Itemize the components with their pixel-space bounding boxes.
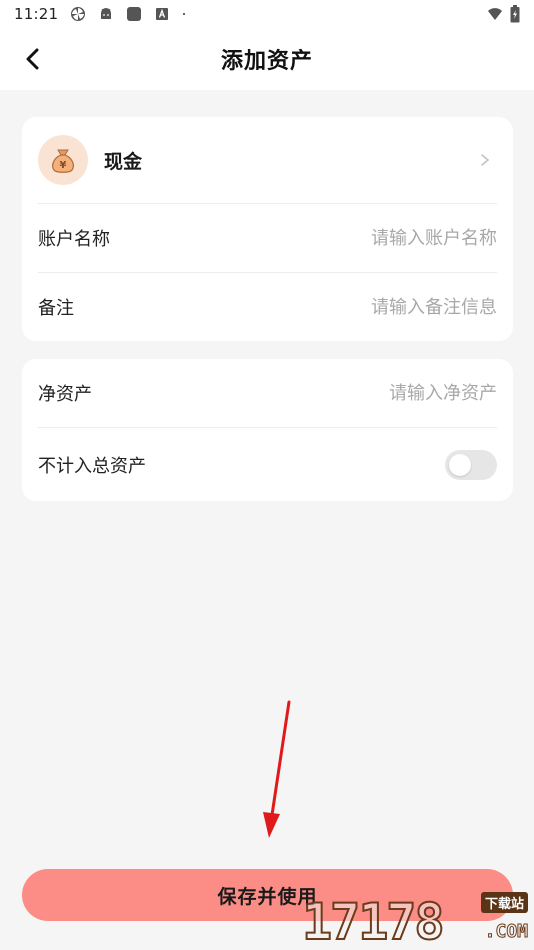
status-right-group [486, 5, 520, 23]
dot-icon [183, 12, 186, 16]
toggle-knob [449, 453, 471, 476]
net-asset-label: 净资产 [38, 384, 92, 405]
watermark-suffix: .COM [484, 921, 528, 943]
battery-icon [510, 5, 520, 23]
save-button-label: 保存并使用 [217, 886, 318, 908]
note-row: 备注 [38, 273, 497, 341]
account-name-row: 账户名称 [38, 204, 497, 272]
app-square-icon [127, 7, 142, 21]
wifi-icon [488, 8, 502, 20]
status-left-group: 11:21 [14, 5, 190, 23]
exclude-total-label: 不计入总资产 [38, 455, 146, 477]
app-header: 添加资产 [0, 28, 534, 90]
cash-avatar: ¥ [38, 135, 88, 185]
pinwheel-icon [71, 7, 86, 21]
net-asset-input[interactable] [257, 382, 497, 404]
save-and-use-button[interactable]: 保存并使用 [22, 869, 513, 921]
chevron-left-icon [26, 48, 39, 70]
page-title: 添加资产 [220, 49, 313, 74]
android-icon [101, 8, 112, 19]
account-type-label: 现金 [104, 150, 143, 173]
back-button[interactable] [18, 44, 48, 74]
note-label: 备注 [38, 298, 74, 319]
status-bar: 11:21 [0, 0, 534, 28]
account-name-input[interactable] [257, 227, 497, 249]
account-name-label: 账户名称 [38, 229, 110, 250]
chevron-right-icon [481, 154, 490, 166]
asset-settings-card: 净资产 不计入总资产 [22, 359, 513, 501]
money-bag-icon: ¥ [52, 149, 74, 173]
exclude-total-row: 不计入总资产 [38, 428, 497, 501]
account-info-card: ¥ 现金 账户名称 备注 [22, 117, 513, 341]
a-box-icon [156, 8, 169, 20]
svg-text:¥: ¥ [60, 160, 67, 171]
add-asset-screen: 11:21 添加资产 ¥ 现金 账户名称 请输入账户名称 备注 请输入备注信息 … [0, 0, 534, 950]
note-input[interactable] [257, 296, 497, 318]
exclude-total-toggle[interactable] [445, 449, 497, 480]
net-asset-row: 净资产 [38, 359, 497, 427]
account-type-selector[interactable]: ¥ 现金 [38, 117, 497, 203]
status-time: 11:21 [14, 5, 59, 23]
